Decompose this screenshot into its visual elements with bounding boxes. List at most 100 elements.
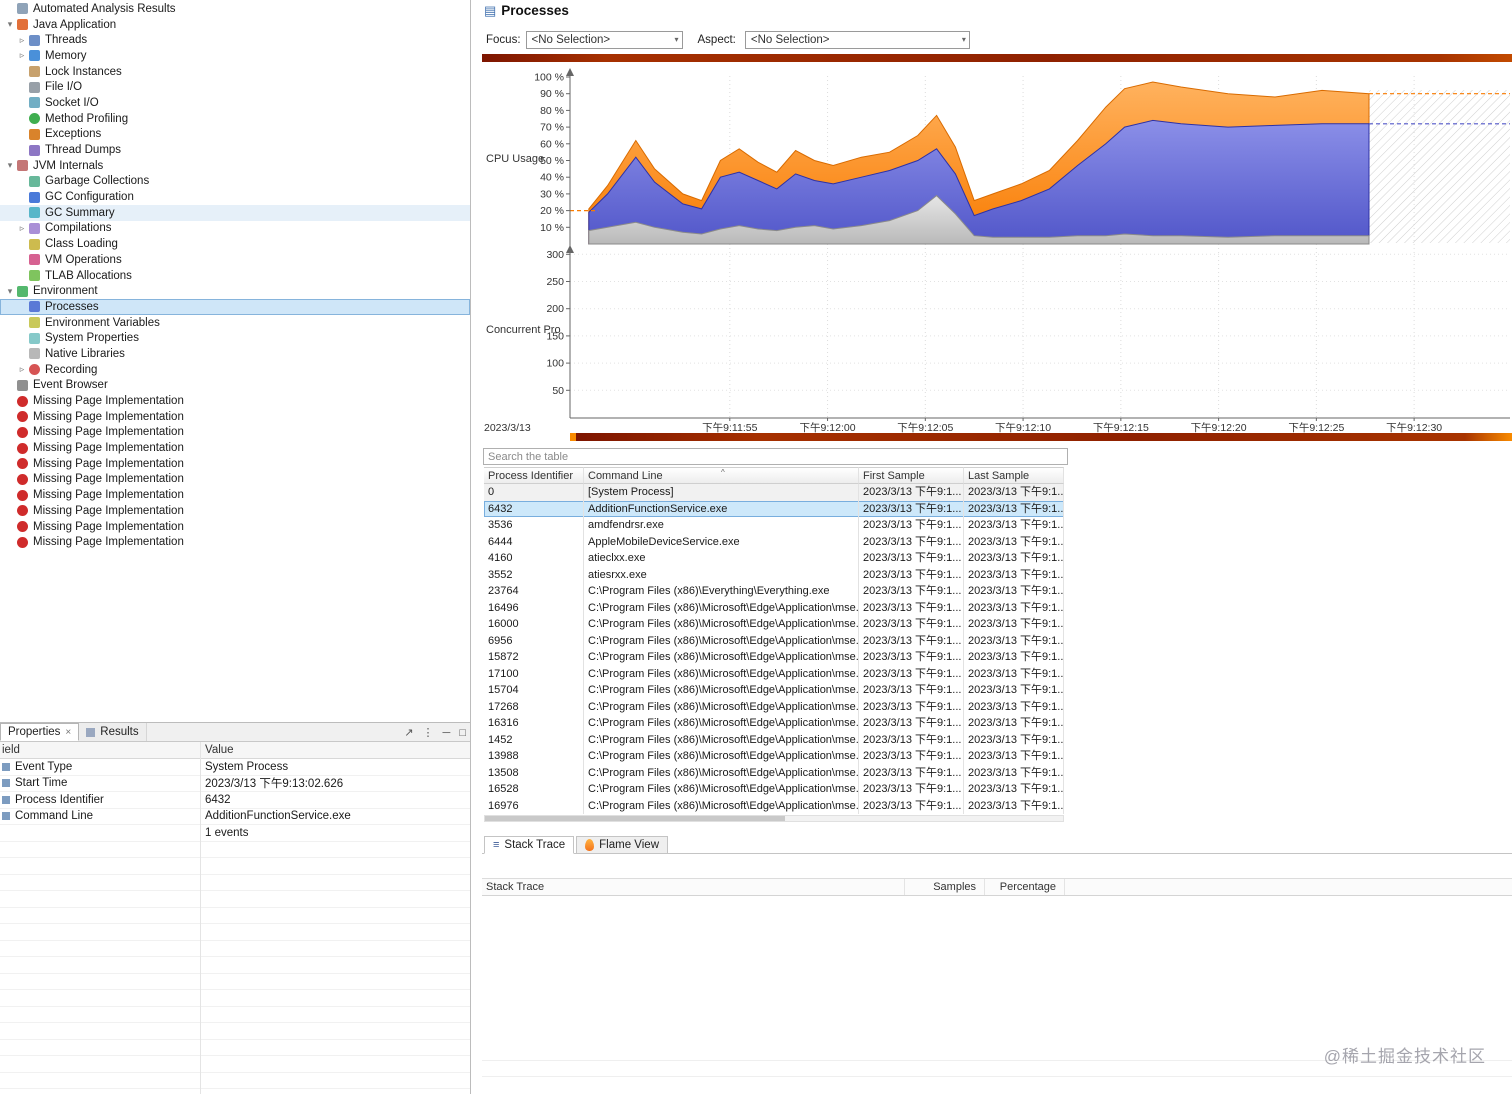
- column-header-stack-trace[interactable]: Stack Trace: [482, 879, 905, 895]
- table-row[interactable]: 6956 C:\Program Files (x86)\Microsoft\Edg…: [484, 632, 1064, 649]
- processes-chart[interactable]: 100 %90 %80 %70 %60 %50 %40 %30 %20 %10 …: [482, 62, 1512, 433]
- column-header-last-sample[interactable]: Last Sample: [964, 467, 1064, 484]
- tree-expanded-arrow[interactable]: ▾: [4, 158, 16, 173]
- sidebar-item-system-properties[interactable]: System Properties: [0, 330, 470, 346]
- properties-column-divider[interactable]: [200, 742, 201, 1094]
- sidebar-item-missing-page[interactable]: Missing Page Implementation: [0, 534, 470, 550]
- sidebar-item-gc-configuration[interactable]: GC Configuration: [0, 189, 470, 205]
- sidebar-item-missing-page[interactable]: Missing Page Implementation: [0, 393, 470, 409]
- table-row[interactable]: 17268 C:\Program Files (x86)\Microsoft\Ed…: [484, 698, 1064, 715]
- sidebar-item-missing-page[interactable]: Missing Page Implementation: [0, 503, 470, 519]
- table-row[interactable]: 15872 C:\Program Files (x86)\Microsoft\Ed…: [484, 649, 1064, 666]
- sidebar-item-missing-page[interactable]: Missing Page Implementation: [0, 487, 470, 503]
- tab-results[interactable]: Results: [79, 723, 147, 741]
- sidebar-item-label: Garbage Collections: [45, 175, 150, 188]
- column-header-first-sample[interactable]: First Sample: [859, 467, 964, 484]
- tree-collapsed-arrow[interactable]: ▹: [16, 362, 28, 377]
- table-row[interactable]: 16976 C:\Program Files (x86)\Microsoft\Ed…: [484, 797, 1064, 814]
- sidebar-item-socket-io[interactable]: Socket I/O: [0, 95, 470, 111]
- view-menu-icon[interactable]: ⋮: [423, 726, 434, 739]
- sidebar-item-processes[interactable]: Processes: [0, 299, 470, 315]
- tab-stack-trace[interactable]: ≡ Stack Trace: [484, 836, 575, 854]
- properties-row[interactable]: 1 events: [0, 825, 470, 842]
- sidebar-item-missing-page[interactable]: Missing Page Implementation: [0, 519, 470, 535]
- sidebar-item-threads[interactable]: ▹ Threads: [0, 32, 470, 48]
- sidebar-item-java-application[interactable]: ▾ Java Application: [0, 17, 470, 33]
- table-row[interactable]: 16496 C:\Program Files (x86)\Microsoft\Ed…: [484, 599, 1064, 616]
- close-icon[interactable]: ×: [65, 727, 71, 738]
- table-row[interactable]: 3536 amdfendrsr.exe 2023/3/13 下午9:1... 2023…: [484, 517, 1064, 534]
- properties-panel: Properties × Results ↗ ⋮ ─ □ ield Value Eve…: [0, 722, 470, 1094]
- sidebar-item-label: File I/O: [45, 81, 83, 94]
- vertical-splitter[interactable]: [470, 0, 471, 1094]
- sidebar-item-file-io[interactable]: File I/O: [0, 79, 470, 95]
- sidebar-item-gc-summary[interactable]: GC Summary: [0, 204, 470, 221]
- sidebar-item-missing-page[interactable]: Missing Page Implementation: [0, 472, 470, 488]
- table-row[interactable]: 3552 atiesrxx.exe 2023/3/13 下午9:1... 2023/3…: [484, 566, 1064, 583]
- table-row[interactable]: 1452 C:\Program Files (x86)\Microsoft\Edg…: [484, 731, 1064, 748]
- sidebar-item-compilations[interactable]: ▹ Compilations: [0, 221, 470, 237]
- sidebar-item-environment[interactable]: ▾ Environment: [0, 283, 470, 299]
- properties-row[interactable]: Event Type System Process: [0, 759, 470, 776]
- column-header-samples[interactable]: Samples: [905, 879, 985, 895]
- table-row[interactable]: 6432 AdditionFunctionService.exe 2023/3/13…: [484, 500, 1064, 517]
- aspect-dropdown[interactable]: <No Selection> ▾: [744, 31, 970, 49]
- minimize-icon[interactable]: ─: [443, 727, 451, 739]
- sidebar-item-exceptions[interactable]: Exceptions: [0, 127, 470, 143]
- search-input[interactable]: [483, 448, 1068, 465]
- sidebar-item-memory[interactable]: ▹ Memory: [0, 48, 470, 64]
- column-header-percentage[interactable]: Percentage: [985, 879, 1065, 895]
- properties-row[interactable]: Process Identifier 6432: [0, 792, 470, 809]
- sidebar-item-missing-page[interactable]: Missing Page Implementation: [0, 409, 470, 425]
- tree-collapsed-arrow[interactable]: ▹: [16, 221, 28, 236]
- sidebar-item-native-libraries[interactable]: Native Libraries: [0, 346, 470, 362]
- sidebar-item-missing-page[interactable]: Missing Page Implementation: [0, 456, 470, 472]
- table-row[interactable]: 15704 C:\Program Files (x86)\Microsoft\Ed…: [484, 682, 1064, 699]
- sidebar-item-missing-page[interactable]: Missing Page Implementation: [0, 440, 470, 456]
- tree-collapsed-arrow[interactable]: ▹: [16, 48, 28, 63]
- table-row[interactable]: 6444 AppleMobileDeviceService.exe 2023/3/1…: [484, 533, 1064, 550]
- sidebar-item-tlab-allocations[interactable]: TLAB Allocations: [0, 268, 470, 284]
- time-range-selector-bottom[interactable]: [570, 433, 1512, 441]
- column-header-process-identifier[interactable]: Process Identifier: [484, 467, 584, 484]
- tree-collapsed-arrow[interactable]: ▹: [16, 33, 28, 48]
- sidebar-item-garbage-collections[interactable]: Garbage Collections: [0, 174, 470, 190]
- sidebar-item-recording[interactable]: ▹ Recording: [0, 362, 470, 378]
- time-range-selector-top[interactable]: [482, 54, 1512, 62]
- tab-flame-view[interactable]: Flame View: [576, 836, 669, 854]
- properties-row[interactable]: Start Time 2023/3/13 下午9:13:02.626: [0, 776, 470, 792]
- column-header-command-line[interactable]: Command Line ^: [584, 467, 859, 484]
- table-row[interactable]: 17100 C:\Program Files (x86)\Microsoft\Ed…: [484, 665, 1064, 682]
- table-horizontal-scrollbar[interactable]: [484, 815, 1064, 822]
- field-column-header[interactable]: ield: [2, 744, 20, 756]
- sidebar-item-class-loading[interactable]: Class Loading: [0, 236, 470, 252]
- tab-properties[interactable]: Properties ×: [0, 723, 80, 741]
- table-row[interactable]: 13508 C:\Program Files (x86)\Microsoft\Ed…: [484, 764, 1064, 781]
- table-row[interactable]: 23764 C:\Program Files (x86)\Everything\E…: [484, 583, 1064, 600]
- sidebar-item-event-browser[interactable]: Event Browser: [0, 378, 470, 394]
- properties-row[interactable]: Command Line AdditionFunctionService.exe: [0, 809, 470, 825]
- sidebar-item-method-profiling[interactable]: Method Profiling: [0, 111, 470, 127]
- table-row[interactable]: 0 [System Process] 2023/3/13 下午9:1... 2023/…: [484, 484, 1064, 501]
- sidebar-item-lock-instances[interactable]: Lock Instances: [0, 64, 470, 80]
- value-column-header[interactable]: Value: [205, 744, 234, 756]
- sidebar-item-environment-variables[interactable]: Environment Variables: [0, 315, 470, 331]
- sidebar-item-missing-page[interactable]: Missing Page Implementation: [0, 425, 470, 441]
- sidebar-item-automated-analysis[interactable]: Automated Analysis Results: [0, 1, 470, 17]
- sidebar-item-thread-dumps[interactable]: Thread Dumps: [0, 142, 470, 158]
- table-row[interactable]: 4160 atieclxx.exe 2023/3/13 下午9:1... 2023/3…: [484, 550, 1064, 567]
- table-row[interactable]: 13988 C:\Program Files (x86)\Microsoft\Ed…: [484, 748, 1064, 765]
- table-row[interactable]: 16000 C:\Program Files (x86)\Microsoft\Ed…: [484, 616, 1064, 633]
- open-in-new-window-icon[interactable]: ↗: [404, 726, 413, 739]
- sidebar-item-vm-operations[interactable]: VM Operations: [0, 252, 470, 268]
- table-row[interactable]: 16316 C:\Program Files (x86)\Microsoft\Ed…: [484, 715, 1064, 732]
- missing-page-icon: [17, 442, 28, 454]
- sidebar-item-jvm-internals[interactable]: ▾ JVM Internals: [0, 158, 470, 174]
- table-row[interactable]: 16528 C:\Program Files (x86)\Microsoft\Ed…: [484, 781, 1064, 798]
- tree-expanded-arrow[interactable]: ▾: [4, 17, 16, 32]
- maximize-icon[interactable]: □: [459, 727, 466, 739]
- focus-dropdown[interactable]: <No Selection> ▾: [525, 31, 683, 49]
- scrollbar-thumb[interactable]: [485, 816, 785, 821]
- tree-expanded-arrow[interactable]: ▾: [4, 284, 16, 299]
- properties-empty-row: [0, 908, 470, 924]
